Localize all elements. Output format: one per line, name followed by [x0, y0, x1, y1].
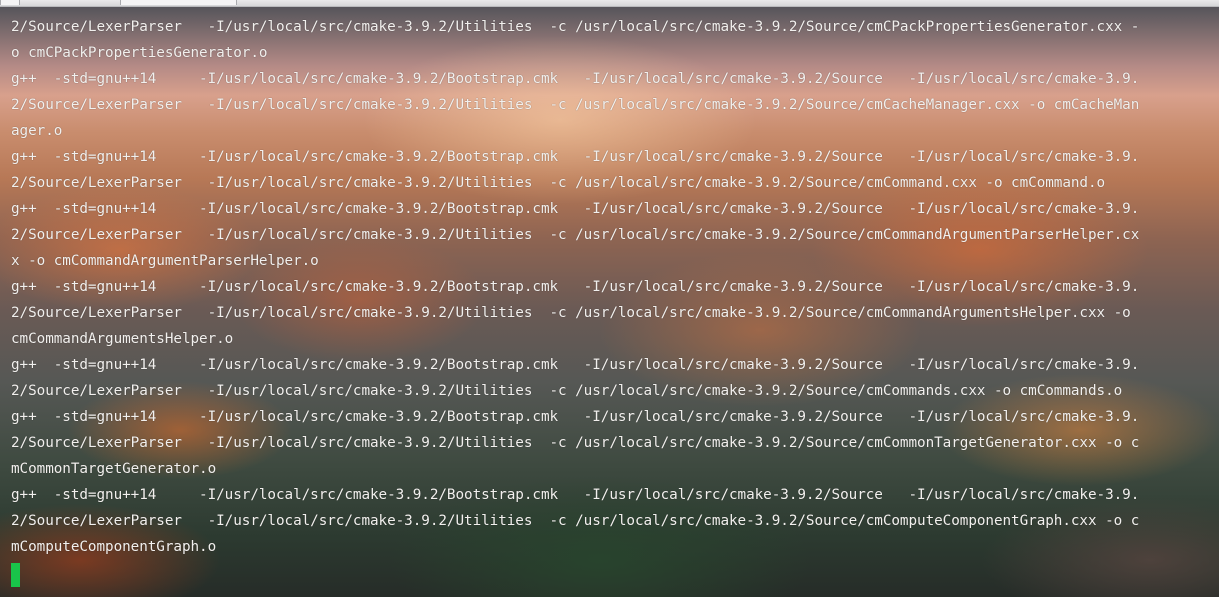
terminal-output: 2/Source/LexerParser -I/usr/local/src/cm… — [11, 14, 1216, 560]
output-line: g++ -std=gnu++14 -I/usr/local/src/cmake-… — [11, 487, 1140, 503]
output-line: 2/Source/LexerParser -I/usr/local/src/cm… — [11, 383, 1123, 399]
output-line: cmCommandArgumentsHelper.o — [11, 331, 234, 347]
output-line: g++ -std=gnu++14 -I/usr/local/src/cmake-… — [11, 279, 1140, 295]
block-cursor-icon — [11, 563, 20, 587]
output-line: 2/Source/LexerParser -I/usr/local/src/cm… — [11, 513, 1140, 529]
output-line: g++ -std=gnu++14 -I/usr/local/src/cmake-… — [11, 357, 1140, 373]
terminal-window[interactable]: 2/Source/LexerParser -I/usr/local/src/cm… — [0, 0, 1219, 597]
tab-strip — [0, 0, 1219, 7]
output-line: 2/Source/LexerParser -I/usr/local/src/cm… — [11, 227, 1140, 243]
output-line: g++ -std=gnu++14 -I/usr/local/src/cmake-… — [11, 409, 1140, 425]
output-line: 2/Source/LexerParser -I/usr/local/src/cm… — [11, 175, 1106, 191]
output-line: g++ -std=gnu++14 -I/usr/local/src/cmake-… — [11, 71, 1140, 87]
output-line: o cmCPackPropertiesGenerator.o — [11, 45, 268, 61]
tab-stub[interactable] — [120, 0, 237, 5]
output-line: g++ -std=gnu++14 -I/usr/local/src/cmake-… — [11, 149, 1140, 165]
prompt-line[interactable] — [11, 563, 20, 589]
output-line: 2/Source/LexerParser -I/usr/local/src/cm… — [11, 305, 1131, 321]
tab-stub[interactable] — [0, 0, 20, 5]
output-line: ager.o — [11, 123, 63, 139]
output-line: mCommonTargetGenerator.o — [11, 461, 217, 477]
output-line: g++ -std=gnu++14 -I/usr/local/src/cmake-… — [11, 201, 1140, 217]
output-line: x -o cmCommandArgumentParserHelper.o — [11, 253, 319, 269]
output-line: 2/Source/LexerParser -I/usr/local/src/cm… — [11, 97, 1140, 113]
output-line: 2/Source/LexerParser -I/usr/local/src/cm… — [11, 435, 1140, 451]
output-line: 2/Source/LexerParser -I/usr/local/src/cm… — [11, 19, 1140, 35]
output-line: mComputeComponentGraph.o — [11, 539, 217, 555]
